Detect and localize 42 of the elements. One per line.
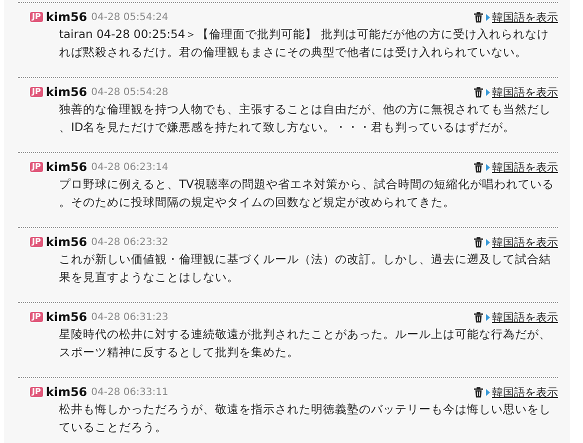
trash-icon[interactable] [474, 86, 483, 98]
country-badge: JP [30, 387, 43, 397]
timestamp: 04-28 05:54:28 [91, 86, 168, 98]
translate-link[interactable]: 韓国語を表示 [492, 384, 558, 400]
comment-text: 独善的な倫理観を持つ人物でも、主張することは自由だが、他の方に無視されても当然だし、ID名を見ただけで嫌悪感を持たれて致し方ない。・・・君も判っているはずだが。 [59, 101, 552, 136]
username: kim56 [46, 10, 88, 24]
translate-link[interactable]: 韓国語を表示 [492, 234, 558, 250]
triangle-icon [486, 388, 490, 396]
triangle-icon [486, 14, 490, 20]
translate-link[interactable]: 韓国語を表示 [492, 84, 558, 100]
comment-text: 星陵時代の松井に対する連続敬遠が批判されたことがあった。ルール上は可能な行為だが、スポーツ精神に反するとして批判を集めた。 [59, 326, 552, 361]
triangle-icon [486, 164, 490, 170]
triangle-icon [486, 314, 490, 320]
comment-text: これが新しい価値観・倫理観に基づくルール（法）の改訂。しかし、過去に遡及して試合結果を見直すようなことはしない。 [59, 251, 552, 286]
timestamp: 04-28 06:33:11 [91, 386, 168, 398]
country-badge: JP [30, 162, 43, 172]
username: kim56 [46, 160, 88, 174]
country-badge: JP [30, 237, 43, 247]
translate-link[interactable]: 韓国語を表示 [492, 160, 558, 174]
trash-icon[interactable] [474, 236, 483, 248]
username: kim56 [46, 85, 88, 99]
trash-icon[interactable] [474, 12, 483, 22]
trash-icon[interactable] [474, 162, 483, 172]
country-badge: JP [30, 87, 43, 97]
username: kim56 [46, 385, 88, 399]
username: kim56 [46, 235, 88, 249]
country-badge: JP [30, 312, 43, 322]
timestamp: 04-28 06:23:14 [91, 162, 168, 172]
comment-text: プロ野球に例えると、TV視聴率の問題や省エネ対策から、試合時間の短縮化が唱われている。そのために投球間隔の規定やタイムの回数など規定が改められてきた。 [59, 176, 555, 211]
triangle-icon [486, 238, 490, 246]
translate-link[interactable]: 韓国語を表示 [492, 10, 558, 24]
trash-icon[interactable] [474, 386, 483, 398]
triangle-icon [486, 88, 490, 96]
country-badge: JP [30, 12, 43, 22]
username: kim56 [46, 310, 88, 324]
trash-icon[interactable] [474, 312, 483, 322]
comment-text: tairan 04-28 00:25:54＞【倫理面で批判可能】 批判は可能だが他の方に受け入れられなければ黙殺されるだけ。君の倫理観もまさにその典型で他者には受け入れられていない。 [59, 26, 550, 61]
comment-text: 松井も悔しかっただろうが、敬遠を指示された明徳義塾のバッテリーも今は悔しい思いをしていることだろう。 [59, 401, 552, 436]
timestamp: 04-28 06:23:32 [91, 236, 168, 248]
translate-link[interactable]: 韓国語を表示 [492, 310, 558, 324]
timestamp: 04-28 06:31:23 [91, 312, 168, 322]
timestamp: 04-28 05:54:24 [91, 12, 168, 22]
